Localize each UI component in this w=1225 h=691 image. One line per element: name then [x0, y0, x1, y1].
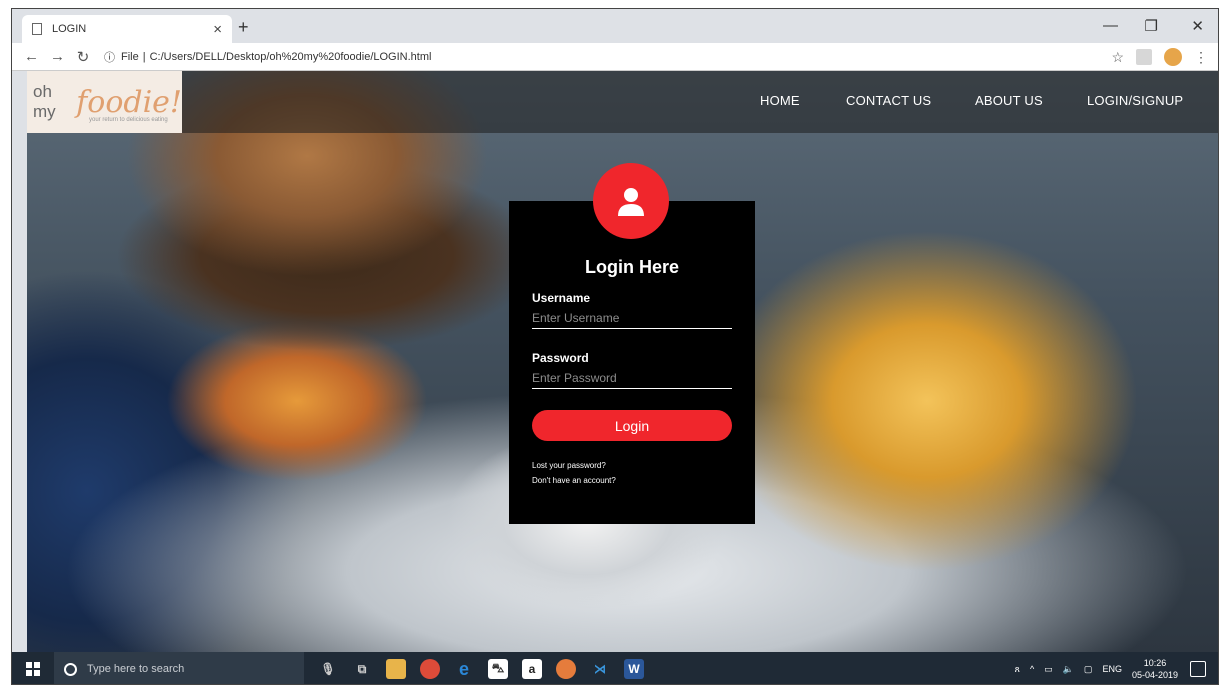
microphone-icon[interactable]: 🎙	[318, 659, 338, 679]
system-tray: ጸ ^ ▭ 🔈 ▢ ENG 10:26 05-04-2019	[1015, 652, 1178, 684]
web-page: oh my foodie! your return to delicious e…	[27, 71, 1218, 652]
lost-password-link[interactable]: Lost your password?	[532, 461, 606, 470]
tab-login[interactable]: LOGIN ×	[22, 15, 232, 43]
forward-icon[interactable]: →	[50, 48, 65, 65]
bookmark-star-icon[interactable]: ☆	[1111, 49, 1124, 66]
store-icon[interactable]: ⛍	[488, 659, 508, 679]
address-bar[interactable]: ⓘ File | C:/Users/DELL/Desktop/oh%20my%2…	[104, 49, 431, 65]
menu-kebab-icon[interactable]: ⋮	[1194, 49, 1208, 66]
clock-date: 05-04-2019	[1131, 670, 1178, 680]
chevron-up-icon[interactable]: ^	[1030, 664, 1034, 674]
restore-icon[interactable]: ❐	[1145, 17, 1158, 35]
browser-window: LOGIN × + — ❐ ✕ ← → ↻ ⓘ File | C:/Users/…	[11, 8, 1219, 685]
nav-home[interactable]: HOME	[760, 93, 800, 108]
document-icon	[32, 23, 42, 35]
people-icon[interactable]: ጸ	[1015, 664, 1020, 675]
cortana-icon	[64, 662, 77, 676]
taskbar: Type here to search 🎙 ⧉ e ⛍ a ⋊ W ጸ ^ ▭ …	[12, 652, 1218, 684]
windows-start-icon[interactable]	[26, 662, 40, 676]
chrome-icon[interactable]	[420, 659, 440, 679]
tab-strip: LOGIN × + — ❐ ✕	[12, 9, 1218, 43]
logo-oh-text: oh my	[33, 82, 56, 121]
vscode-icon[interactable]: ⋊	[590, 659, 610, 679]
volume-icon[interactable]: 🔈	[1063, 664, 1074, 675]
file-explorer-icon[interactable]	[386, 659, 406, 679]
back-icon[interactable]: ←	[24, 48, 39, 65]
password-input[interactable]	[532, 367, 732, 389]
user-icon	[618, 188, 644, 216]
login-card: Login Here Username Password Login Lost …	[509, 201, 755, 524]
nav-login-signup[interactable]: LOGIN/SIGNUP	[1087, 93, 1183, 108]
nav-about[interactable]: ABOUT US	[975, 93, 1043, 108]
word-icon[interactable]: W	[624, 659, 644, 679]
clock[interactable]: 10:26 05-04-2019	[1132, 657, 1178, 681]
browser-toolbar: ← → ↻ ⓘ File | C:/Users/DELL/Desktop/oh%…	[12, 43, 1218, 71]
toolbar-right-icons: ☆ ⋮	[1111, 48, 1208, 66]
taskbar-search-placeholder: Type here to search	[87, 663, 185, 675]
notification-center-icon[interactable]	[1190, 661, 1206, 677]
profile-avatar[interactable]	[1164, 48, 1182, 66]
login-title: Login Here	[584, 257, 679, 277]
battery-icon[interactable]: ▭	[1044, 664, 1053, 675]
info-icon: ⓘ	[104, 51, 115, 64]
username-label: Username	[532, 291, 591, 305]
tab-close-icon[interactable]: ×	[213, 21, 222, 38]
chrome-profile-icon[interactable]	[556, 659, 576, 679]
username-input[interactable]	[532, 307, 732, 329]
site-logo[interactable]: oh my foodie! your return to delicious e…	[27, 71, 182, 133]
window-close-icon[interactable]: ✕	[1191, 17, 1204, 35]
amazon-icon[interactable]: a	[522, 659, 542, 679]
user-avatar-badge	[593, 163, 669, 239]
login-button[interactable]: Login	[532, 410, 732, 441]
url-text: C:/Users/DELL/Desktop/oh%20my%20foodie/L…	[149, 50, 432, 63]
url-prefix: File	[121, 50, 139, 63]
site-header: oh my foodie! your return to delicious e…	[27, 71, 1218, 133]
task-view-icon[interactable]: ⧉	[352, 659, 372, 679]
extension-icon[interactable]	[1136, 49, 1152, 65]
minimize-icon[interactable]: —	[1103, 17, 1118, 34]
edge-icon[interactable]: e	[454, 659, 474, 679]
signup-link[interactable]: Don't have an account?	[532, 476, 616, 485]
reload-icon[interactable]: ↻	[76, 48, 90, 66]
network-icon[interactable]: ▢	[1084, 664, 1093, 675]
tab-title: LOGIN	[52, 23, 87, 35]
new-tab-button[interactable]: +	[238, 17, 249, 38]
logo-tagline: your return to delicious eating	[89, 117, 168, 123]
url-separator: |	[142, 50, 146, 63]
language-indicator[interactable]: ENG	[1102, 664, 1122, 674]
logo-foodie-text: foodie!	[76, 84, 182, 120]
taskbar-search[interactable]: Type here to search	[54, 652, 304, 684]
clock-time: 10:26	[1143, 658, 1167, 668]
password-label: Password	[532, 351, 589, 365]
nav-contact[interactable]: CONTACT US	[846, 93, 931, 108]
